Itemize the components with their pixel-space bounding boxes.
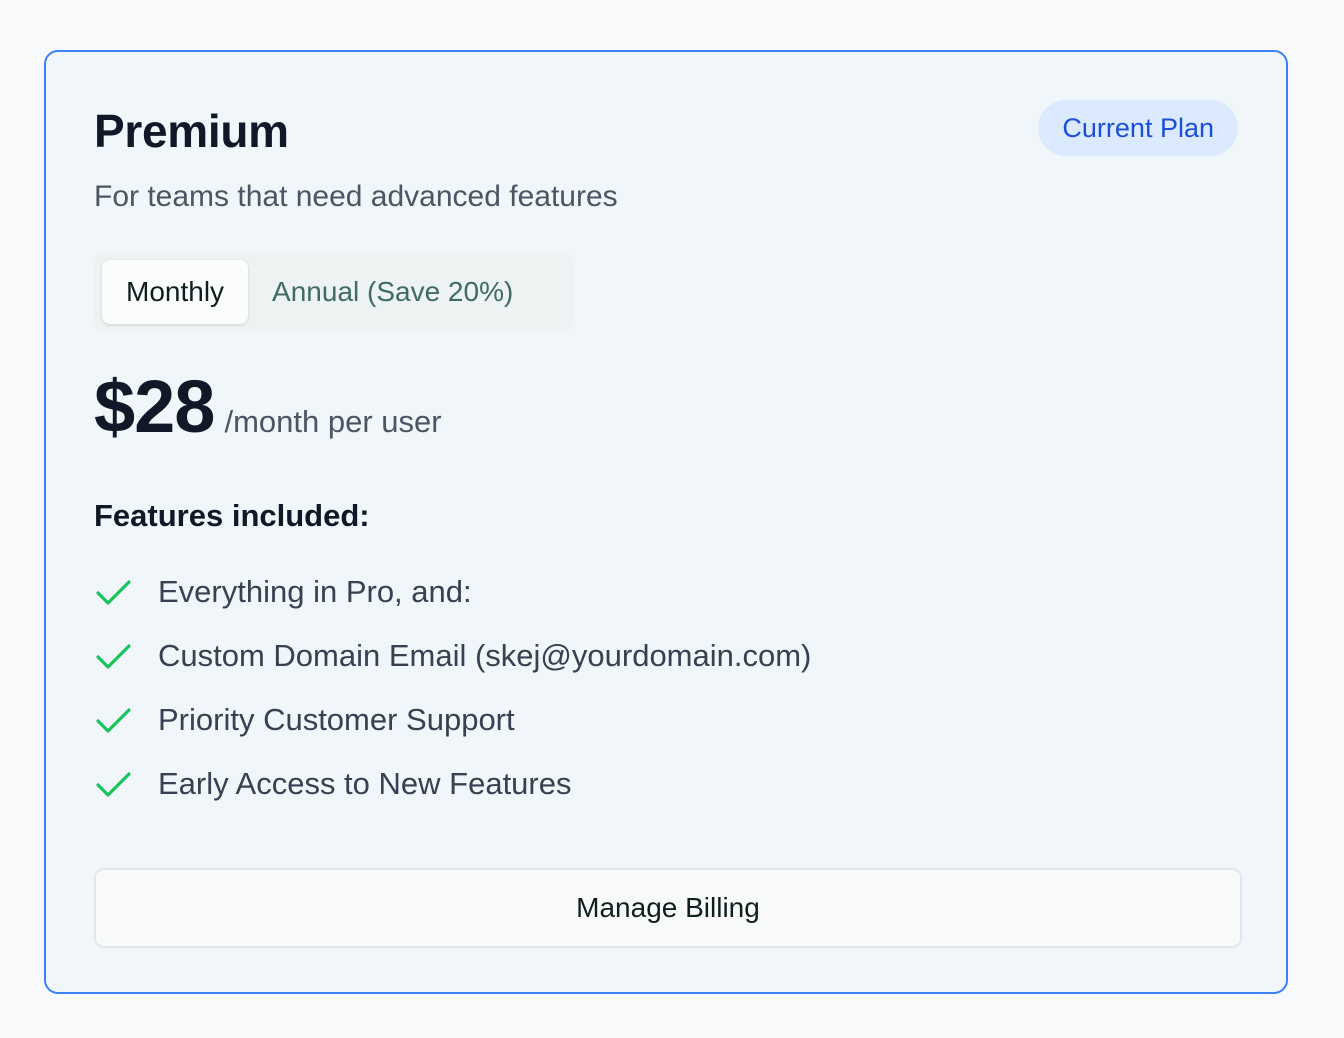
billing-period-toggle: Monthly Annual (Save 20%) (94, 252, 574, 332)
feature-text: Early Access to New Features (158, 766, 572, 801)
feature-item: Everything in Pro, and: (94, 560, 811, 624)
check-icon (96, 580, 131, 605)
price-period: /month per user (224, 404, 442, 439)
features-heading: Features included: (94, 498, 370, 533)
billing-toggle-annual[interactable]: Annual (Save 20%) (248, 260, 537, 324)
current-plan-badge: Current Plan (1038, 100, 1238, 156)
check-icon (96, 772, 131, 797)
features-list: Everything in Pro, and: Custom Domain Em… (94, 560, 811, 816)
feature-item: Early Access to New Features (94, 752, 811, 816)
manage-billing-button[interactable]: Manage Billing (94, 868, 1242, 948)
plan-title: Premium (94, 105, 289, 157)
check-icon (96, 644, 131, 669)
billing-toggle-monthly[interactable]: Monthly (102, 260, 249, 324)
feature-text: Custom Domain Email (skej@yourdomain.com… (158, 638, 812, 673)
plan-description: For teams that need advanced features (94, 180, 618, 213)
check-icon (96, 708, 131, 733)
price-row: $28 /month per user (94, 364, 442, 449)
feature-item: Priority Customer Support (94, 688, 811, 752)
feature-item: Custom Domain Email (skej@yourdomain.com… (94, 624, 811, 688)
feature-text: Priority Customer Support (158, 702, 515, 737)
feature-text: Everything in Pro, and: (158, 574, 472, 609)
price-amount: $28 (94, 365, 215, 448)
plan-card: Premium Current Plan For teams that need… (44, 50, 1288, 994)
